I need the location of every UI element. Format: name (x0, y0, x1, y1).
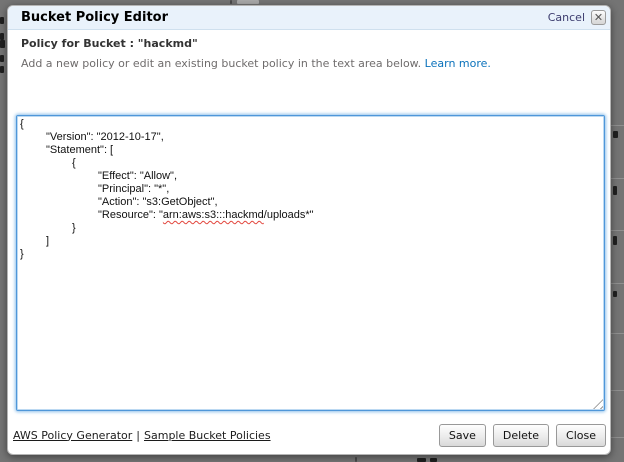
dialog-title: Bucket Policy Editor (21, 10, 548, 25)
aws-policy-generator-link[interactable]: AWS Policy Generator (13, 429, 132, 442)
backdrop-text-fragment (613, 186, 617, 195)
close-button[interactable]: Close (556, 424, 606, 447)
dialog-description: Add a new policy or edit an existing buc… (21, 57, 491, 70)
backdrop-row-line (611, 178, 624, 179)
backdrop-row-line (611, 390, 624, 391)
resize-handle-icon[interactable] (593, 399, 603, 409)
backdrop-text-fragment (0, 66, 4, 73)
delete-button[interactable]: Delete (493, 424, 549, 447)
backdrop-text-fragment (613, 131, 618, 138)
link-separator: | (136, 429, 140, 442)
backdrop-highlight (237, 0, 259, 4)
bucket-policy-editor-dialog: Bucket Policy Editor Cancel ✕ Policy for… (7, 5, 611, 455)
close-icon[interactable]: ✕ (591, 10, 606, 25)
learn-more-link[interactable]: Learn more. (425, 57, 491, 70)
backdrop-text-fragment (417, 458, 426, 462)
backdrop-text-fragment (613, 236, 617, 245)
footer-buttons: Save Delete Close (439, 424, 606, 447)
backdrop-table-border (355, 457, 357, 462)
save-button[interactable]: Save (439, 424, 486, 447)
sample-bucket-policies-link[interactable]: Sample Bucket Policies (144, 429, 271, 442)
policy-text[interactable]: { "Version": "2012-10-17", "Statement": … (20, 118, 592, 408)
dialog-footer: AWS Policy Generator | Sample Bucket Polic… (13, 422, 606, 448)
backdrop-row-line (611, 125, 624, 126)
footer-links: AWS Policy Generator | Sample Bucket Polic… (13, 429, 271, 442)
dialog-header: Bucket Policy Editor Cancel ✕ (8, 6, 610, 30)
cancel-link[interactable]: Cancel (548, 11, 585, 24)
backdrop-text-fragment (430, 458, 437, 462)
backdrop-text-fragment (0, 33, 4, 40)
backdrop-row-line (611, 230, 624, 231)
backdrop-text-fragment (0, 40, 5, 48)
policy-for-bucket-label: Policy for Bucket : "hackmd" (21, 37, 198, 50)
backdrop-text-fragment (0, 55, 4, 62)
backdrop-row-line (611, 333, 624, 334)
backdrop-text-fragment (613, 291, 617, 297)
backdrop-table-border (230, 0, 232, 4)
description-text: Add a new policy or edit an existing buc… (21, 57, 421, 70)
backdrop-row-line (611, 283, 624, 284)
backdrop-text-fragment (0, 17, 4, 24)
policy-textarea[interactable]: { "Version": "2012-10-17", "Statement": … (16, 115, 605, 411)
backdrop-row-line (611, 437, 624, 438)
